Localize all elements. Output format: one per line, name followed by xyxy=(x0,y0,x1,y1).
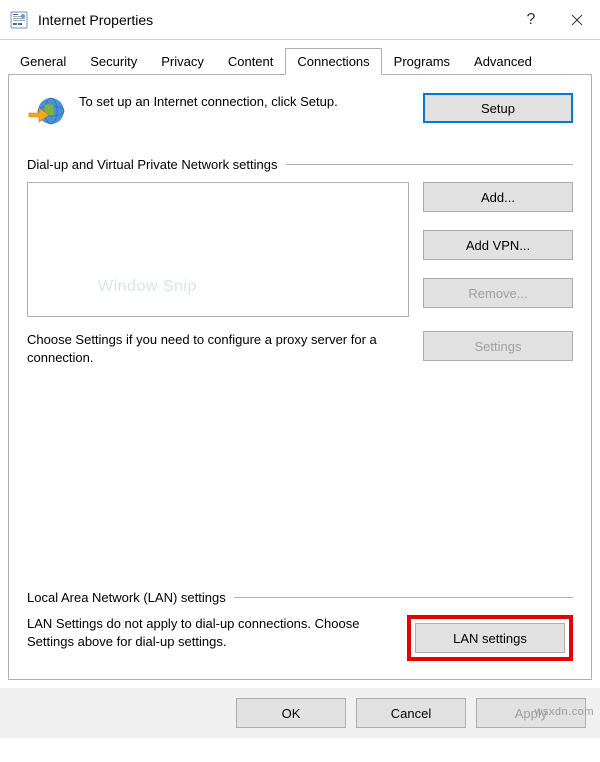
lan-desc: LAN Settings do not apply to dial-up con… xyxy=(27,615,393,650)
add-vpn-button[interactable]: Add VPN... xyxy=(423,230,573,260)
tab-panel-connections: To set up an Internet connection, click … xyxy=(8,74,592,680)
lan-settings-button[interactable]: LAN settings xyxy=(415,623,565,653)
dialup-section-title: Dial-up and Virtual Private Network sett… xyxy=(27,157,573,172)
divider xyxy=(286,164,574,165)
add-button[interactable]: Add... xyxy=(423,182,573,212)
help-button[interactable]: ? xyxy=(508,0,554,40)
window-title: Internet Properties xyxy=(38,12,508,28)
tab-security[interactable]: Security xyxy=(78,48,149,74)
dialup-settings-button: Settings xyxy=(423,331,573,361)
tab-privacy[interactable]: Privacy xyxy=(149,48,216,74)
tab-row: General Security Privacy Content Connect… xyxy=(0,40,600,74)
ok-button[interactable]: OK xyxy=(236,698,346,728)
page-watermark: wsxdn.com xyxy=(534,706,594,718)
footer: OK Cancel Apply xyxy=(0,688,600,738)
tab-advanced[interactable]: Advanced xyxy=(462,48,544,74)
dialup-title-text: Dial-up and Virtual Private Network sett… xyxy=(27,157,278,172)
tab-programs[interactable]: Programs xyxy=(382,48,462,74)
setup-button[interactable]: Setup xyxy=(423,93,573,123)
dialup-listbox[interactable]: Window Snip xyxy=(27,182,409,317)
remove-button: Remove... xyxy=(423,278,573,308)
divider xyxy=(234,597,573,598)
snip-watermark: Window Snip xyxy=(98,278,197,296)
lan-button-highlight: LAN settings xyxy=(407,615,573,661)
tab-general[interactable]: General xyxy=(8,48,78,74)
lan-section-title: Local Area Network (LAN) settings xyxy=(27,590,573,605)
setup-row: To set up an Internet connection, click … xyxy=(27,93,573,133)
tab-content[interactable]: Content xyxy=(216,48,286,74)
setup-text: To set up an Internet connection, click … xyxy=(79,93,411,111)
titlebar: Internet Properties ? xyxy=(0,0,600,40)
globe-arrow-icon xyxy=(27,93,67,133)
lan-title-text: Local Area Network (LAN) settings xyxy=(27,590,226,605)
internet-options-icon xyxy=(10,11,28,29)
tab-connections[interactable]: Connections xyxy=(285,48,381,75)
close-button[interactable] xyxy=(554,0,600,40)
dialup-settings-desc: Choose Settings if you need to configure… xyxy=(27,331,409,366)
cancel-button[interactable]: Cancel xyxy=(356,698,466,728)
